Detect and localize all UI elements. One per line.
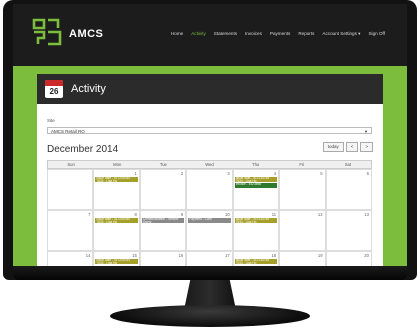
weekday-label: Sat [344, 162, 352, 167]
calendar-day-cell[interactable]: 10 Payment - Card [186, 210, 233, 251]
day-number: 2 [180, 171, 184, 176]
calendar-event[interactable]: Invoice - 4423898 [234, 183, 278, 188]
calendar-event[interactable]: Issue date - 417234784 7834 - Lisa Ho [234, 177, 278, 182]
calendar-day-cell[interactable]: 20 [325, 251, 372, 266]
nav-item-reports[interactable]: Reports [298, 31, 314, 37]
chevron-down-icon: ▼ [364, 129, 368, 134]
day-number: 20 [364, 253, 369, 258]
calendar-day-cell[interactable]: 19 [279, 251, 326, 266]
day-number: 15 [132, 253, 137, 258]
calendar-day-cell[interactable]: 12 [279, 210, 326, 251]
brand-name: AMCS [69, 28, 104, 40]
calendar-day-cell[interactable]: 11 Issue date - 417234784 7834 - Lisa Ho [232, 210, 280, 251]
day-number: 4 [273, 171, 277, 176]
site-select[interactable]: AMCS Retail RO ▼ [47, 127, 372, 134]
next-month-button[interactable]: > [360, 142, 373, 152]
day-number: 6 [366, 171, 369, 176]
weekday-label: Sun [67, 162, 75, 167]
day-number: 5 [320, 171, 323, 176]
day-number: 8 [134, 212, 137, 217]
calendar-day-cell[interactable]: 7 [47, 210, 94, 251]
day-number: 7 [88, 212, 91, 217]
calendar-event[interactable]: Issue date - 417234784 7834 - Lisa Ho [234, 218, 278, 223]
nav-item-home[interactable]: Home [171, 31, 183, 37]
page-title: Activity [71, 83, 106, 95]
amcs-logo-icon [32, 18, 62, 46]
calendar-event[interactable]: Payment - Card [188, 218, 231, 223]
day-number: 13 [364, 212, 369, 217]
nav-item-sign-off[interactable]: Sign Off [368, 31, 385, 37]
calendar-event[interactable]: Issue date - 417234784 7834 - Lisa Ho [95, 218, 138, 223]
calendar-week-row: 1 Issue date - 417234784 7834 - Lisa Ho 2 3… [47, 169, 372, 210]
monitor-stand-base [110, 305, 310, 327]
day-number: 10 [225, 212, 230, 217]
calendar-event[interactable]: Issue date - 417234784 7834 - Lisa Ho [95, 177, 138, 182]
monitor-bezel [13, 266, 407, 280]
calendar-weeks: 1 Issue date - 417234784 7834 - Lisa Ho 2 3… [47, 169, 372, 266]
weekday-label: Wed [205, 162, 214, 167]
day-number: 14 [85, 253, 91, 258]
calendar-event[interactable]: Communication - Service Query [141, 218, 185, 223]
nav-item-activity[interactable]: Activity [191, 31, 206, 37]
calendar-week-row: 14 15 Issue date - 417234784 7834 - Lisa H… [47, 251, 372, 266]
calendar-icon-day: 26 [49, 87, 59, 96]
day-number: 12 [317, 212, 323, 217]
day-number: 17 [225, 253, 230, 258]
calendar-day-cell[interactable]: 16 [139, 251, 187, 266]
day-number: 16 [178, 253, 184, 258]
monitor-frame: AMCS Home Activity Statements Invoices Payme… [3, 0, 417, 280]
day-number: 18 [271, 253, 277, 258]
weekday-label: Thu [252, 162, 260, 167]
calendar-day-cell[interactable]: 6 [325, 169, 372, 210]
screen: AMCS Home Activity Statements Invoices Payme… [13, 4, 407, 266]
calendar-day-cell[interactable] [47, 169, 94, 210]
calendar-event[interactable]: Issue date - 417234784 7834 - Lisa Ho [234, 259, 278, 264]
weekday-header: Sun Mon Tue Wed Thu Fri Sat [47, 160, 372, 169]
calendar-day-cell[interactable]: 8 Issue date - 417234784 7834 - Lisa Ho [93, 210, 140, 251]
calendar-day-cell[interactable]: 3 [186, 169, 233, 210]
calendar-day-cell[interactable]: 18 Issue date - 417234784 7834 - Lisa Ho [232, 251, 280, 266]
day-number: 19 [317, 253, 323, 258]
calendar-day-cell[interactable]: 1 Issue date - 417234784 7834 - Lisa Ho [93, 169, 140, 210]
calendar-month-title: December 2014 [47, 144, 119, 155]
calendar-event[interactable]: Issue date - 417234784 7834 - Lisa Ho [95, 259, 138, 264]
calendar-day-cell[interactable]: 15 Issue date - 417234784 7834 - Lisa Ho [93, 251, 140, 266]
nav-item-account-settings[interactable]: Account Settings ▾ [322, 31, 360, 37]
calendar-day-cell[interactable]: 5 [279, 169, 326, 210]
today-button[interactable]: today [322, 142, 344, 152]
day-number: 11 [271, 212, 277, 217]
site-label: Site [47, 118, 55, 123]
nav-item-payments[interactable]: Payments [270, 31, 290, 37]
nav-item-statements[interactable]: Statements [214, 31, 237, 37]
app-header: AMCS Home Activity Statements Invoices Payme… [13, 4, 407, 66]
calendar-day-cell[interactable]: 4 Issue date - 417234784 7834 - Lisa Ho In… [232, 169, 280, 210]
nav-item-invoices[interactable]: Invoices [245, 31, 262, 37]
calendar-week-row: 7 8 Issue date - 417234784 7834 - Lisa Ho 9… [47, 210, 372, 251]
calendar-icon: 26 [45, 80, 63, 98]
calendar-day-cell[interactable]: 17 [186, 251, 233, 266]
day-number: 9 [180, 212, 184, 217]
calendar-day-cell[interactable]: 13 [325, 210, 372, 251]
panel-header: 26 Activity [37, 74, 383, 104]
prev-month-button[interactable]: < [345, 142, 359, 152]
calendar-day-cell[interactable]: 9 Communication - Service Query [139, 210, 187, 251]
weekday-label: Tue [159, 162, 167, 167]
calendar-grid: Sun Mon Tue Wed Thu Fri Sat 1 Issue date - 4172… [47, 160, 372, 266]
weekday-label: Fri [299, 162, 305, 167]
activity-panel: 26 Activity Site AMCS Retail RO ▼ Decemb… [37, 74, 383, 266]
main-nav: Home Activity Statements Invoices Payments Re… [171, 31, 385, 37]
calendar-day-cell[interactable]: 14 [47, 251, 94, 266]
calendar-nav-buttons: today < > [322, 142, 373, 152]
calendar-day-cell[interactable]: 2 [139, 169, 187, 210]
site-select-value: AMCS Retail RO [51, 129, 85, 134]
weekday-label: Mon [113, 162, 122, 167]
day-number: 1 [134, 171, 137, 176]
day-number: 3 [227, 171, 230, 176]
